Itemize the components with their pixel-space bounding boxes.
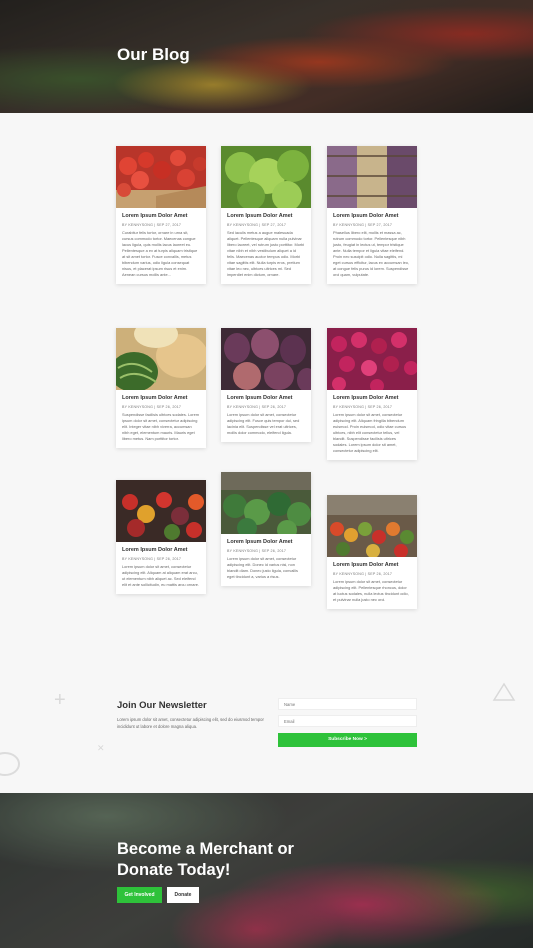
post-excerpt: Lorem ipsum dolor sit amet, consectetur … [333, 579, 409, 602]
post-image-melons[interactable] [116, 328, 206, 390]
post-meta: BY KENNYSONG | SEP 26, 2017 [333, 405, 393, 409]
post-meta: BY KENNYSONG | SEP 26, 2017 [122, 557, 182, 561]
post-title[interactable]: Lorem Ipsum Dolor Amet [333, 562, 411, 569]
newsletter-description: Lorem ipsum dolor sit amet, consectetur … [117, 717, 264, 729]
post-image-greens[interactable] [221, 472, 311, 534]
cta-banner: Become a Merchant or Donate Today! [0, 793, 533, 948]
email-field[interactable] [278, 715, 417, 727]
triangle-shape-decoration [492, 682, 516, 701]
subscribe-button[interactable]: Subscribe Now > [278, 733, 417, 747]
post-excerpt: Lorem ipsum dolor sit amet, consectetur … [227, 412, 300, 435]
post-meta: BY KENNYSONG | SEP 27, 2017 [227, 223, 287, 227]
post-image-beans[interactable] [327, 146, 417, 208]
post-title[interactable]: Lorem Ipsum Dolor Amet [333, 213, 411, 220]
blog-card[interactable]: Lorem Ipsum Dolor Amet BY KENNYSONG | SE… [327, 328, 417, 460]
circle-shape-decoration [0, 752, 20, 776]
get-involved-button[interactable]: Get Involved [117, 887, 162, 903]
post-meta: BY KENNYSONG | SEP 26, 2017 [333, 572, 393, 576]
donate-button[interactable]: Donate [167, 887, 199, 903]
post-meta: BY KENNYSONG | SEP 27, 2017 [122, 223, 182, 227]
post-image-peppers[interactable] [116, 480, 206, 542]
post-title[interactable]: Lorem Ipsum Dolor Amet [227, 395, 305, 402]
blog-card[interactable]: Lorem Ipsum Dolor Amet BY KENNYSONG | SE… [116, 328, 206, 448]
hero-banner: Our Blog [0, 0, 533, 113]
blog-card[interactable]: Lorem Ipsum Dolor Amet BY KENNYSONG | SE… [327, 495, 417, 609]
post-image-lettuce[interactable] [221, 146, 311, 208]
post-excerpt: Suspendisse facilisis ultrices sodales. … [122, 412, 199, 441]
post-excerpt: Lorem ipsum dolor sit amet, consectetur … [333, 412, 407, 453]
post-image-tomatoes[interactable] [116, 146, 206, 208]
post-title[interactable]: Lorem Ipsum Dolor Amet [122, 213, 200, 220]
post-image-radishes[interactable] [327, 328, 417, 390]
post-excerpt: Lorem ipsum dolor sit amet, consectetur … [122, 564, 199, 587]
post-meta: BY KENNYSONG | SEP 26, 2017 [227, 549, 287, 553]
plus-shape-decoration: + [54, 689, 66, 711]
post-title[interactable]: Lorem Ipsum Dolor Amet [122, 395, 200, 402]
page-title: Our Blog [117, 45, 190, 64]
post-meta: BY KENNYSONG | SEP 26, 2017 [122, 405, 182, 409]
blog-card[interactable]: Lorem Ipsum Dolor Amet BY KENNYSONG | SE… [221, 146, 311, 284]
post-title[interactable]: Lorem Ipsum Dolor Amet [333, 395, 411, 402]
newsletter-section: Join Our Newsletter Lorem ipsum dolor si… [117, 698, 417, 750]
post-image-market[interactable] [327, 495, 417, 557]
post-excerpt: Lorem ipsum dolor sit amet, consectetur … [227, 556, 298, 579]
post-title[interactable]: Lorem Ipsum Dolor Amet [227, 213, 305, 220]
name-field[interactable] [278, 698, 417, 710]
cta-title: Become a Merchant or Donate Today! [117, 840, 294, 879]
blog-card[interactable]: Lorem Ipsum Dolor Amet BY KENNYSONG | SE… [221, 472, 311, 586]
cross-shape-decoration: ✕ [97, 743, 105, 753]
post-excerpt: Phasellus libero elit, mollis et massa a… [333, 230, 410, 277]
post-meta: BY KENNYSONG | SEP 26, 2017 [227, 405, 287, 409]
blog-card[interactable]: Lorem Ipsum Dolor Amet BY KENNYSONG | SE… [116, 480, 206, 594]
post-title[interactable]: Lorem Ipsum Dolor Amet [122, 547, 200, 554]
newsletter-title: Join Our Newsletter [117, 700, 207, 711]
post-excerpt: Curabitur felis tortor, ornare in urna s… [122, 230, 198, 277]
blog-card[interactable]: Lorem Ipsum Dolor Amet BY KENNYSONG | SE… [221, 328, 311, 442]
blog-card[interactable]: Lorem Ipsum Dolor Amet BY KENNYSONG | SE… [116, 146, 206, 284]
post-excerpt: Sed iaculis metus a augue malesuada aliq… [227, 230, 305, 277]
post-title[interactable]: Lorem Ipsum Dolor Amet [227, 539, 305, 546]
post-meta: BY KENNYSONG | SEP 27, 2017 [333, 223, 393, 227]
post-image-figs[interactable] [221, 328, 311, 390]
blog-card[interactable]: Lorem Ipsum Dolor Amet BY KENNYSONG | SE… [327, 146, 417, 284]
